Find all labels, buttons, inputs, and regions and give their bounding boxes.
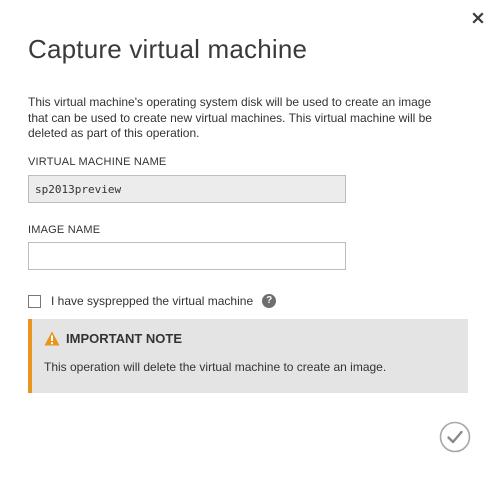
image-name-input[interactable] — [28, 242, 346, 270]
warning-icon — [44, 331, 60, 346]
capture-vm-dialog: Capture virtual machine This virtual mac… — [0, 0, 496, 478]
checkmark-icon[interactable] — [439, 421, 471, 453]
close-icon[interactable] — [470, 10, 486, 26]
important-note: IMPORTANT NOTE This operation will delet… — [28, 319, 468, 393]
sysprep-label[interactable]: I have sysprepped the virtual machine — [51, 294, 253, 308]
sysprep-row: I have sysprepped the virtual machine ? — [28, 293, 277, 309]
dialog-description: This virtual machine's operating system … — [28, 95, 432, 140]
note-title: IMPORTANT NOTE — [66, 331, 183, 346]
vm-name-label: VIRTUAL MACHINE NAME — [28, 156, 167, 168]
note-heading: IMPORTANT NOTE — [44, 331, 182, 346]
help-icon[interactable]: ? — [262, 294, 277, 308]
note-body: This operation will delete the virtual m… — [44, 360, 387, 374]
vm-name-field — [28, 175, 346, 203]
dialog-title: Capture virtual machine — [28, 34, 308, 64]
image-name-label: IMAGE NAME — [28, 224, 101, 236]
sysprep-checkbox[interactable] — [28, 294, 41, 308]
